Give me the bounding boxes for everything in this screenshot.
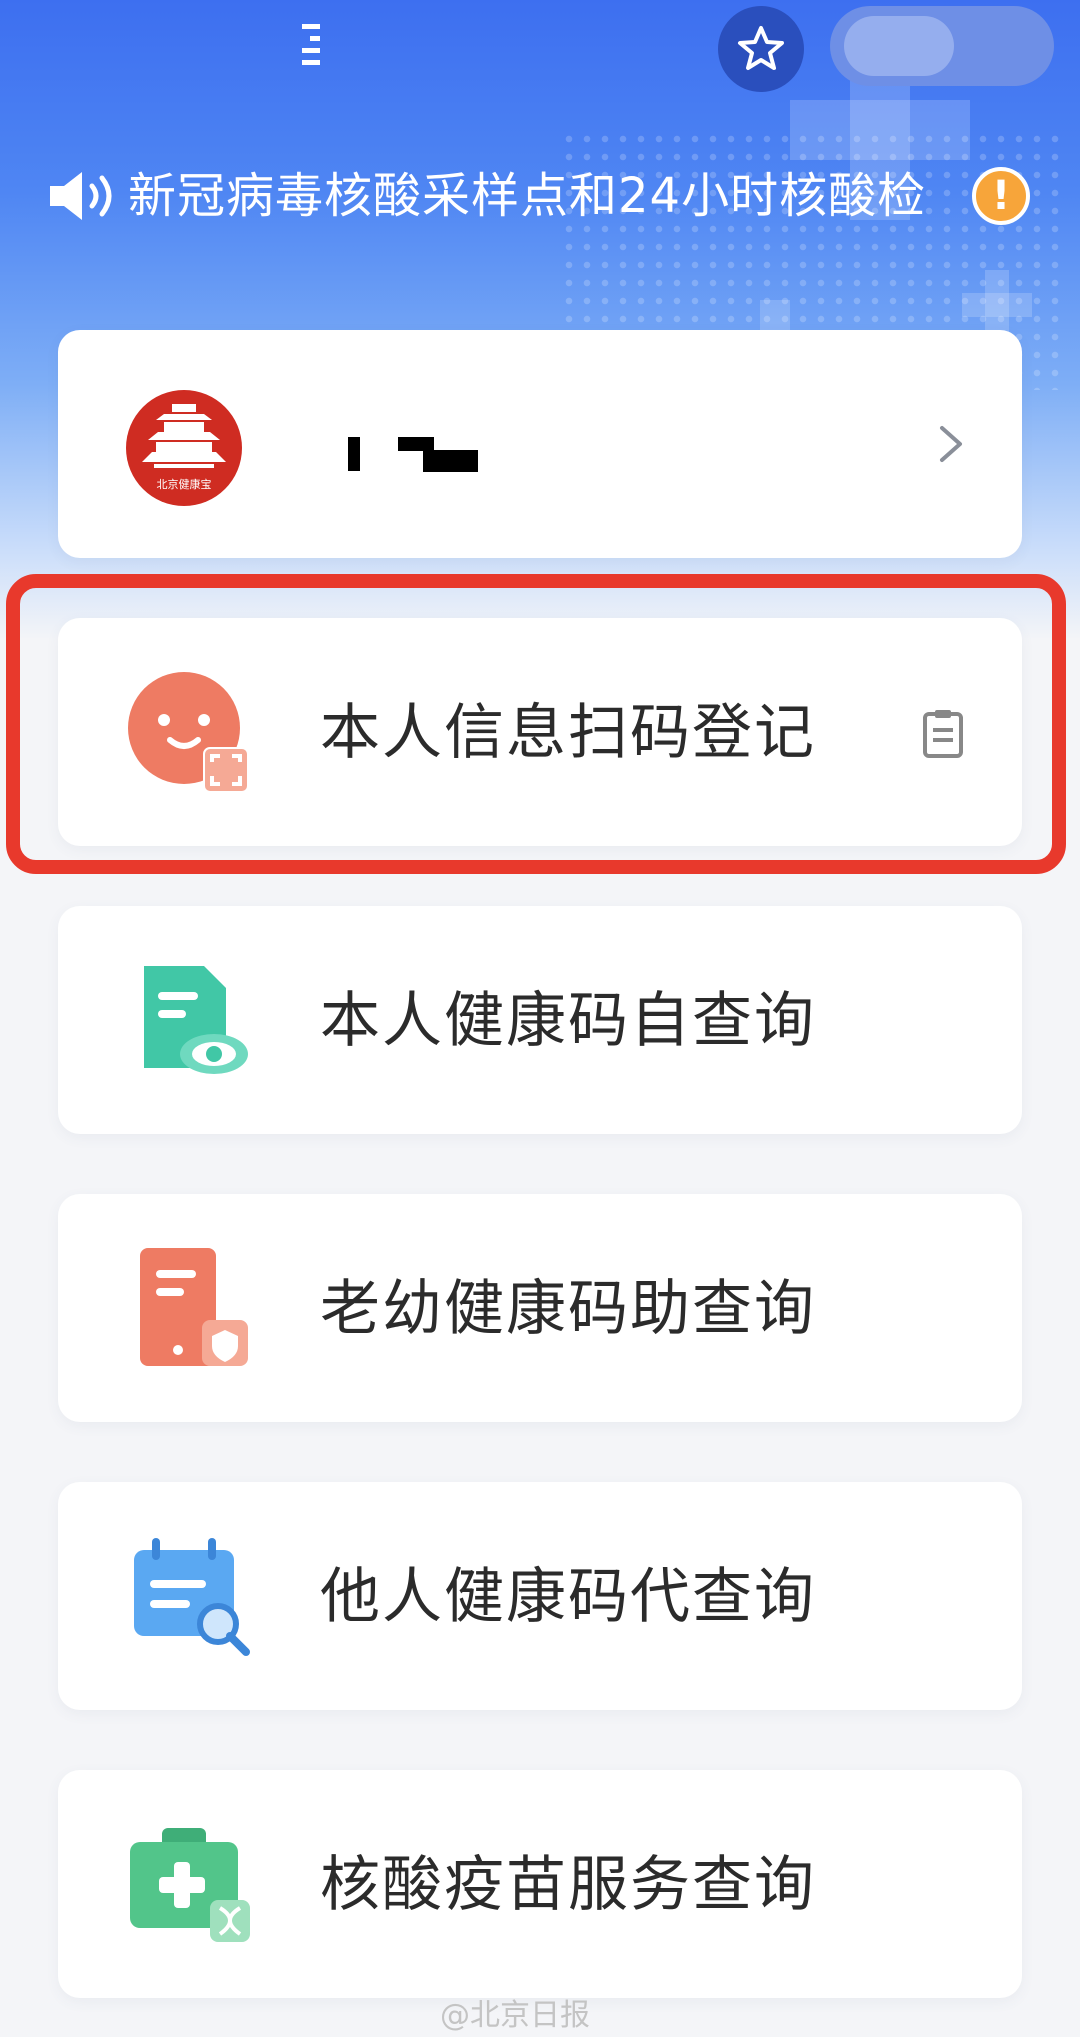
menu-item-self-query[interactable]: 本人健康码自查询: [58, 906, 1022, 1134]
chevron-right-icon: [940, 426, 962, 462]
menu-item-others-query[interactable]: 他人健康码代查询: [58, 1482, 1022, 1710]
star-icon: [738, 26, 784, 70]
redacted-name: [348, 437, 360, 471]
phone-shield-icon: [140, 1248, 248, 1366]
menu-item-label: 核酸疫苗服务查询: [320, 1850, 816, 1920]
watermark: @北京日报: [440, 1998, 590, 2033]
menu-item-scan-register[interactable]: 本人信息扫码登记: [58, 618, 1022, 846]
redacted-name: [398, 437, 434, 451]
notice-bar[interactable]: 新冠病毒核酸采样点和24小时核酸检 !: [48, 158, 1038, 234]
speaker-icon: [50, 172, 112, 220]
menu-item-label: 本人健康码自查询: [320, 986, 816, 1056]
status-glyph-icon: [302, 24, 320, 65]
mini-program-capsule[interactable]: [830, 6, 1054, 86]
favorite-button[interactable]: [718, 6, 804, 92]
logo-caption: 北京健康宝: [156, 478, 212, 491]
menu-item-elderly-child-query[interactable]: 老幼健康码助查询: [58, 1194, 1022, 1422]
redacted-name: [423, 450, 478, 472]
menu-item-label: 老幼健康码助查询: [320, 1274, 816, 1344]
menu-item-label: 本人信息扫码登记: [320, 698, 816, 768]
notice-text: 新冠病毒核酸采样点和24小时核酸检: [128, 168, 927, 224]
redacted-area: [844, 16, 954, 76]
menu-item-nucleic-vaccine-query[interactable]: 核酸疫苗服务查询: [58, 1770, 1022, 1998]
profile-card[interactable]: 北京健康宝: [58, 330, 1022, 558]
face-scan-icon: [128, 672, 249, 793]
document-eye-icon: [144, 966, 248, 1074]
calendar-search-icon: [134, 1538, 250, 1656]
beijing-health-logo: 北京健康宝: [126, 390, 242, 506]
clipboard-icon[interactable]: [922, 708, 964, 758]
warning-icon: !: [972, 167, 1030, 225]
medical-kit-icon: [130, 1828, 250, 1942]
menu-item-label: 他人健康码代查询: [320, 1562, 816, 1632]
